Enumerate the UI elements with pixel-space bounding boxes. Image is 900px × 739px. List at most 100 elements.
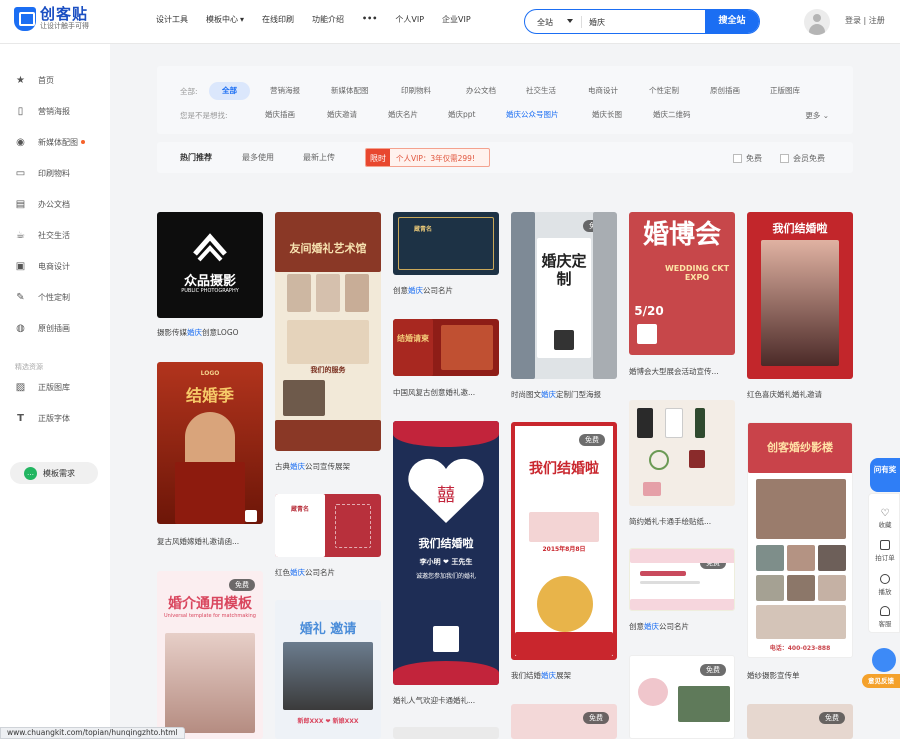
template-card[interactable]: LOGO 结婚季 (157, 362, 263, 524)
cup-icon: ☕ (16, 229, 25, 241)
card-art-title: 蔵青名 (290, 506, 309, 513)
sidebar-item-marketing-poster[interactable]: ▯ 营销海报 (0, 101, 110, 121)
card-caption[interactable]: 婚纱摄影宣传单 (747, 670, 857, 681)
nav-features[interactable]: 功能介绍 (312, 14, 344, 25)
template-card[interactable]: 婚礼 邀请 新郎XXX ❤ 新娘XXX (275, 600, 381, 739)
sidebar-item-ecommerce[interactable]: ▣ 电商设计 (0, 256, 110, 276)
template-card[interactable]: 免费 (747, 704, 853, 739)
template-card[interactable]: 婚博会 WEDDING CKT EXPO 5/20 (629, 212, 735, 355)
chip-all[interactable]: 全部 (209, 82, 250, 100)
document-icon: ▤ (15, 198, 26, 210)
sidebar-item-office[interactable]: ▤ 办公文档 (0, 194, 110, 214)
chip-office[interactable]: 办公文档 (453, 82, 509, 100)
suggest-wechat-image[interactable]: 婚庆公众号图片 (493, 106, 572, 124)
card-caption[interactable]: 创意婚庆公司名片 (393, 285, 503, 296)
nav-design-tools[interactable]: 设计工具 (156, 14, 188, 25)
card-caption[interactable]: 中国风复古创意婚礼邀... (393, 387, 503, 398)
sidebar-item-custom[interactable]: ✎ 个性定制 (0, 287, 110, 307)
sidebar-item-illustration[interactable]: ◍ 原创插画 (0, 318, 110, 338)
template-request-button[interactable]: … 模板需求 (10, 462, 98, 484)
card-floral-band (630, 599, 734, 610)
template-card[interactable]: 免费 婚介通用模板 Universal template for matchma… (157, 571, 263, 739)
card-photo (593, 212, 617, 379)
template-card[interactable]: 免费 (511, 704, 617, 739)
card-caption[interactable]: 红色婚庆公司名片 (275, 567, 385, 578)
search-scope-select[interactable]: 全站 (537, 17, 553, 28)
template-card[interactable] (393, 727, 499, 739)
sidebar-item-new-media[interactable]: ◉ 新媒体配图 (0, 132, 110, 152)
member-free-checkbox[interactable]: 会员免费 (780, 153, 825, 164)
card-caption[interactable]: 创意婚庆公司名片 (629, 621, 739, 632)
vip-promo-banner[interactable]: 限时 个人VIP：3年仅需299! (365, 148, 490, 167)
suggest-qrcode[interactable]: 婚庆二维码 (640, 106, 704, 124)
chip-print[interactable]: 印刷物料 (388, 82, 444, 100)
card-text-block (287, 320, 369, 364)
template-card[interactable]: 众品摄影 PUBLIC PHOTOGRAPHY (157, 212, 263, 318)
login-register-link[interactable]: 登录 | 注册 (845, 15, 885, 26)
ask-prize-badge[interactable]: 问有奖 (870, 458, 900, 492)
sort-hot[interactable]: 热门推荐 (180, 152, 212, 163)
template-card[interactable]: 我们结婚啦 (747, 212, 853, 379)
avatar[interactable] (804, 9, 830, 35)
nav-template-center[interactable]: 模板中心 ▾ (206, 14, 244, 25)
chip-social[interactable]: 社交生活 (513, 82, 569, 100)
card-caption[interactable]: 婚礼人气欢迎卡通婚礼... (393, 695, 503, 706)
suggest-long-image[interactable]: 婚庆长图 (579, 106, 635, 124)
chip-new-media[interactable]: 新媒体配图 (318, 82, 382, 100)
template-card[interactable]: 免费 婚庆定制 (511, 212, 617, 379)
sort-most-used[interactable]: 最多使用 (242, 152, 274, 163)
card-caption[interactable]: 简约婚礼卡通手绘贴纸... (629, 516, 739, 527)
scope-dropdown-icon[interactable] (567, 19, 573, 23)
order-button[interactable]: 拍订单 (869, 540, 900, 562)
search-input[interactable] (589, 15, 699, 29)
nav-personal-vip[interactable]: 个人VIP (395, 14, 424, 25)
card-caption[interactable]: 我们结婚婚庆展架 (511, 670, 621, 681)
template-card[interactable]: 蔵青名 (275, 494, 381, 557)
template-card[interactable]: 免费 创客婚纱影楼 电话：400-023-888 (747, 422, 853, 658)
free-checkbox[interactable]: 免费 (733, 153, 762, 164)
feedback-widget[interactable]: 意见反馈 (862, 648, 900, 690)
sidebar-item-gallery[interactable]: ▨ 正版图库 (0, 377, 110, 397)
chip-marketing-poster[interactable]: 营销海报 (257, 82, 313, 100)
logo[interactable]: 创客贴 让设计触手可得 (14, 6, 89, 31)
card-caption[interactable]: 婚博会大型展会活动宣传... (629, 366, 739, 377)
card-caption[interactable]: 复古风婚嫁婚礼邀请函... (157, 536, 267, 547)
card-caption[interactable]: 红色喜庆婚礼婚礼邀请 (747, 389, 857, 400)
template-card[interactable]: 友间婚礼艺术馆 我们的服务 (275, 212, 381, 451)
nav-print[interactable]: 在线印刷 (262, 14, 294, 25)
card-caption[interactable]: 古典婚庆公司宣传展架 (275, 461, 385, 472)
suggest-card[interactable]: 婚庆名片 (375, 106, 431, 124)
suggest-illustration[interactable]: 婚庆插画 (252, 106, 308, 124)
chip-gallery[interactable]: 正版图库 (757, 82, 813, 100)
sort-newest[interactable]: 最新上传 (303, 152, 335, 163)
template-card[interactable]: 免费 (629, 548, 735, 611)
chip-illustration[interactable]: 原创插画 (697, 82, 753, 100)
chip-ecommerce[interactable]: 电商设计 (575, 82, 631, 100)
template-card[interactable]: 免费 (629, 655, 735, 739)
sidebar-item-fonts[interactable]: T 正版字体 (0, 408, 110, 428)
play-button[interactable]: 播放 (869, 574, 900, 596)
chip-custom[interactable]: 个性定制 (636, 82, 692, 100)
card-caption[interactable]: 摄影传媒婚庆创意LOGO (157, 327, 267, 338)
sort-bar: 热门推荐 最多使用 最新上传 限时 个人VIP：3年仅需299! 免费 会员免费 (157, 142, 853, 173)
search-button[interactable]: 搜全站 (705, 10, 759, 33)
template-card[interactable]: 囍 我们结婚啦 李小明 ❤ 王先生 诚邀您参加我们的婚礼 (393, 421, 499, 685)
favorite-button[interactable]: ♡ 收藏 (869, 508, 900, 529)
nav-more-icon[interactable]: ••• (362, 14, 377, 25)
template-card[interactable]: 结婚请柬 (393, 319, 499, 376)
suggest-invitation[interactable]: 婚庆邀请 (314, 106, 370, 124)
nav-enterprise-vip[interactable]: 企业VIP (442, 14, 471, 25)
sidebar-item-home[interactable]: ★ 首页 (0, 70, 110, 90)
service-button[interactable]: 客服 (869, 606, 900, 628)
card-caption[interactable]: 时尚图文婚庆定制门型海报 (511, 389, 621, 400)
palette-icon: ◍ (16, 322, 25, 334)
template-card[interactable]: 免费 我们结婚啦 2015年8月8日 (511, 422, 617, 660)
sidebar-item-social[interactable]: ☕ 社交生活 (0, 225, 110, 245)
more-toggle[interactable]: 更多 ⌄ (805, 110, 829, 121)
card-photo (678, 686, 730, 722)
template-card[interactable] (629, 400, 735, 506)
suggest-ppt[interactable]: 婚庆ppt (435, 106, 488, 124)
card-photo (175, 462, 245, 524)
template-card[interactable]: 蔵青名 (393, 212, 499, 275)
sidebar-item-print[interactable]: ▭ 印刷物料 (0, 163, 110, 183)
